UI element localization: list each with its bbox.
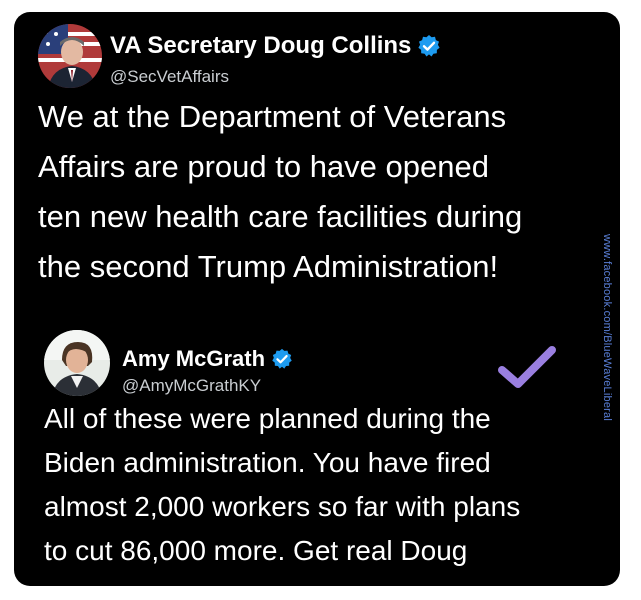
verified-badge-icon	[271, 348, 293, 370]
display-name-doug-collins[interactable]: VA Secretary Doug Collins	[110, 32, 441, 60]
tweet-text-line: the second Trump Administration!	[38, 249, 499, 284]
avatar-amy-mcgrath[interactable]	[44, 330, 110, 396]
tweet-text-line: almost 2,000 workers so far with plans	[44, 491, 521, 522]
tweet-text-line: to cut 86,000 more. Get real Doug	[44, 535, 468, 566]
tweet-text-line: ten new health care facilities during	[38, 199, 523, 234]
tweet-text-doug-collins: We at the Department of Veterans Affairs…	[38, 92, 598, 292]
handle-doug-collins[interactable]: @SecVetAffairs	[110, 67, 229, 87]
tweet-text-line: All of these were planned during the	[44, 403, 491, 434]
tweet-text-line: Affairs are proud to have opened	[38, 149, 489, 184]
watermark-text: www.facebook.com/BlueWaveLiberal	[601, 234, 613, 421]
avatar-doug-collins[interactable]	[38, 24, 102, 88]
verified-badge-icon	[417, 34, 441, 58]
display-name-text: Amy McGrath	[122, 346, 266, 371]
watermark: www.facebook.com/BlueWaveLiberal	[601, 234, 620, 421]
display-name-text: VA Secretary Doug Collins	[110, 32, 412, 59]
handle-amy-mcgrath[interactable]: @AmyMcGrathKY	[122, 376, 261, 396]
purple-checkmark-icon	[496, 342, 558, 392]
screenshot-card: VA Secretary Doug Collins @SecVetAffairs…	[14, 12, 620, 586]
display-name-amy-mcgrath[interactable]: Amy McGrath	[122, 346, 293, 372]
tweet-text-line: Biden administration. You have fired	[44, 447, 491, 478]
tweet-text-line: We at the Department of Veterans	[38, 99, 507, 134]
tweet-text-amy-mcgrath: All of these were planned during the Bid…	[44, 397, 604, 573]
